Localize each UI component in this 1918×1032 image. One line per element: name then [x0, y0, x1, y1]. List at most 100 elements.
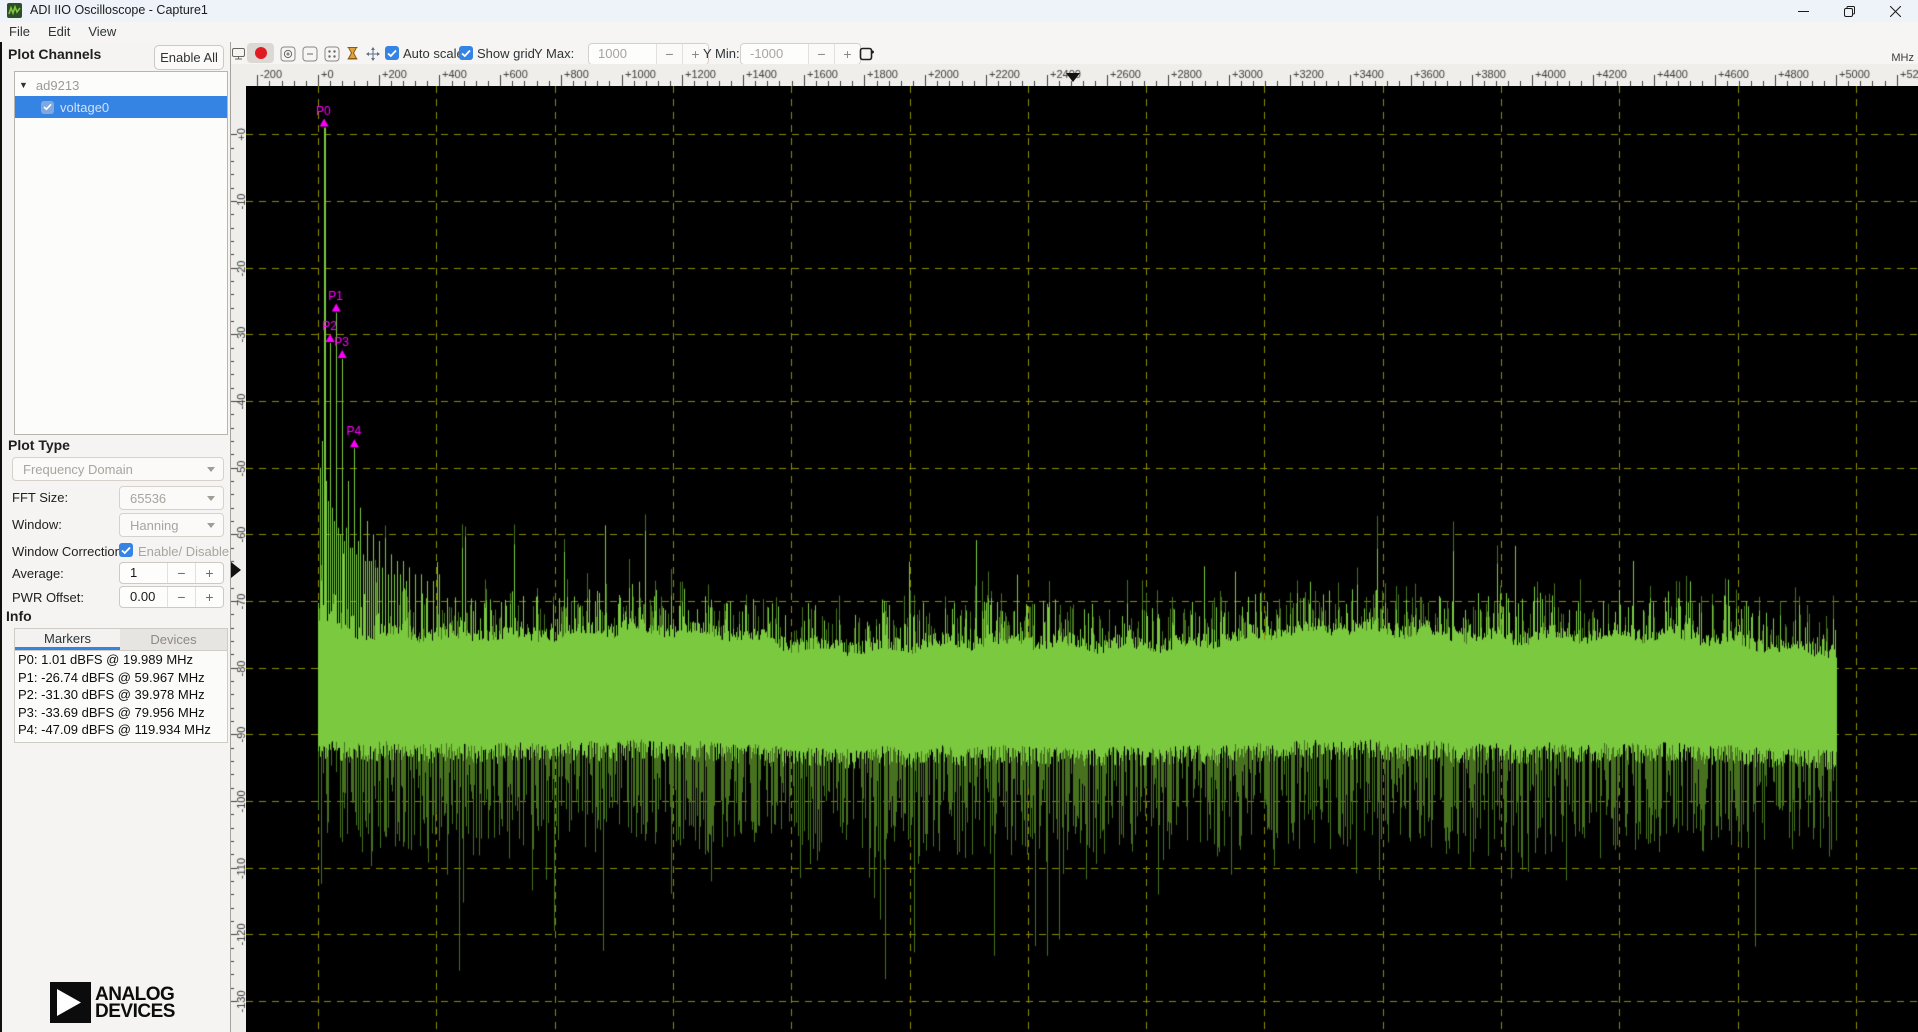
y-min-field-group: -1000 − +: [740, 43, 861, 65]
fft-size-value: 65536: [120, 491, 207, 506]
y-max-input[interactable]: 1000: [589, 44, 656, 64]
zoom-fit-icon: [324, 46, 340, 62]
menu-bar: File Edit View: [0, 22, 1918, 43]
y-min-increment-button[interactable]: +: [834, 44, 860, 64]
toolbar: Auto scale Show grid Y Max: 1000 − + Y M…: [0, 42, 1918, 65]
menu-edit[interactable]: Edit: [39, 22, 79, 42]
enable-all-button[interactable]: Enable All: [154, 45, 224, 70]
show-grid-label: Show grid: [477, 46, 535, 61]
window-select[interactable]: Hanning: [119, 513, 224, 537]
zoom-in-icon: [280, 46, 296, 62]
pwr-offset-value[interactable]: 0.00: [120, 587, 167, 607]
x-axis-unit-label: MHz: [1856, 52, 1914, 64]
pwr-offset-decrement-button[interactable]: −: [167, 587, 195, 607]
capture-record-button[interactable]: [247, 43, 274, 63]
close-button[interactable]: [1872, 0, 1918, 22]
average-decrement-button[interactable]: −: [167, 563, 195, 583]
record-icon: [255, 47, 267, 59]
channel-checkbox[interactable]: [41, 101, 54, 114]
marker-info-row: P4: -47.09 dBFS @ 119.934 MHz: [15, 721, 227, 739]
restore-button[interactable]: [1826, 0, 1872, 22]
y-max-decrement-button[interactable]: −: [656, 44, 682, 64]
marker-info-row: P1: -26.74 dBFS @ 59.967 MHz: [15, 669, 227, 687]
minimize-button[interactable]: [1780, 0, 1826, 22]
check-icon: [461, 49, 471, 58]
chevron-down-icon: [207, 496, 215, 501]
chevron-down-icon: [207, 467, 215, 472]
pwr-offset-increment-button[interactable]: +: [195, 587, 223, 607]
logo-line1: ANALOG: [95, 986, 175, 1003]
average-label: Average:: [12, 566, 64, 581]
auto-scale-label: Auto scale: [403, 46, 464, 61]
minimize-icon: [1798, 6, 1809, 17]
average-increment-button[interactable]: +: [195, 563, 223, 583]
check-icon: [121, 546, 131, 555]
plot-type-value: Frequency Domain: [13, 462, 207, 477]
y-max-label: Y Max:: [534, 46, 574, 61]
menu-file[interactable]: File: [0, 22, 39, 42]
y-max-field-group: 1000 − +: [588, 43, 709, 65]
new-plot-icon: [859, 46, 875, 62]
hourglass-icon: [345, 46, 360, 61]
tree-row-channel-selected[interactable]: voltage0: [15, 96, 227, 118]
x-ruler-position-marker-icon[interactable]: [1066, 73, 1080, 82]
y-axis-ruler: [231, 86, 246, 1032]
pwr-offset-label: PWR Offset:: [12, 590, 84, 605]
info-tabbar: Markers Devices: [14, 628, 228, 651]
logo-line2: DEVICES: [95, 1003, 175, 1020]
marker-info-row: P3: -33.69 dBFS @ 79.956 MHz: [15, 704, 227, 722]
check-icon: [43, 103, 52, 111]
plot-channels-heading: Plot Channels: [8, 46, 101, 62]
marker-info-list: P0: 1.01 dBFS @ 19.989 MHz P1: -26.74 dB…: [14, 651, 228, 743]
tab-devices[interactable]: Devices: [120, 629, 227, 650]
capture-display-icon: [231, 46, 246, 61]
window-title: ADI IIO Oscilloscope - Capture1: [30, 3, 208, 17]
hourglass-button[interactable]: [344, 45, 361, 62]
check-icon: [387, 49, 397, 58]
pan-move-icon: [365, 46, 381, 62]
average-value[interactable]: 1: [120, 563, 167, 583]
zoom-in-button[interactable]: [279, 45, 296, 62]
plot-type-select[interactable]: Frequency Domain: [12, 457, 224, 481]
window-correction-value: Enable/ Disable: [138, 544, 229, 559]
device-name: ad9213: [36, 78, 79, 93]
menu-view[interactable]: View: [79, 22, 125, 42]
auto-scale-checkbox[interactable]: [385, 46, 399, 60]
zoom-out-icon: [302, 46, 318, 62]
restore-icon: [1844, 6, 1855, 17]
analog-devices-logo: ANALOG DEVICES: [50, 982, 175, 1023]
tree-row-device[interactable]: ▼ ad9213: [15, 74, 227, 96]
chevron-down-icon: [207, 523, 215, 528]
y-ruler-position-marker-icon[interactable]: [231, 562, 241, 578]
left-sidebar: Plot Channels Enable All ▼ ad9213 voltag…: [0, 42, 232, 1032]
zoom-out-button[interactable]: [301, 45, 318, 62]
zoom-fit-button[interactable]: [323, 45, 340, 62]
show-grid-checkbox[interactable]: [459, 46, 473, 60]
fft-size-label: FFT Size:: [12, 490, 68, 505]
channel-name: voltage0: [60, 100, 109, 115]
window-value: Hanning: [120, 518, 207, 533]
pwr-offset-stepper: 0.00 − +: [119, 586, 224, 608]
adi-logo-text: ANALOG DEVICES: [95, 986, 175, 1020]
y-min-label: Y Min:: [703, 46, 740, 61]
capture-display-button[interactable]: [230, 45, 247, 62]
y-min-decrement-button[interactable]: −: [808, 44, 834, 64]
plot-type-heading: Plot Type: [8, 437, 70, 453]
marker-info-row: P2: -31.30 dBFS @ 39.978 MHz: [15, 686, 227, 704]
app-icon: [7, 3, 22, 18]
info-heading: Info: [6, 608, 32, 624]
adi-logo-mark: [50, 982, 91, 1023]
expander-triangle-icon[interactable]: ▼: [19, 80, 28, 90]
tab-markers[interactable]: Markers: [15, 629, 120, 650]
window-correction-label: Window Correction:: [12, 544, 125, 559]
title-bar: ADI IIO Oscilloscope - Capture1: [0, 0, 1918, 23]
pan-move-button[interactable]: [364, 45, 381, 62]
window-label: Window:: [12, 517, 62, 532]
fft-plot-canvas[interactable]: [246, 86, 1918, 1032]
y-min-input[interactable]: -1000: [741, 44, 808, 64]
marker-info-row: P0: 1.01 dBFS @ 19.989 MHz: [15, 651, 227, 669]
window-correction-checkbox[interactable]: [119, 543, 133, 557]
close-icon: [1890, 6, 1901, 17]
fft-size-select[interactable]: 65536: [119, 486, 224, 510]
new-plot-button[interactable]: [858, 45, 875, 62]
